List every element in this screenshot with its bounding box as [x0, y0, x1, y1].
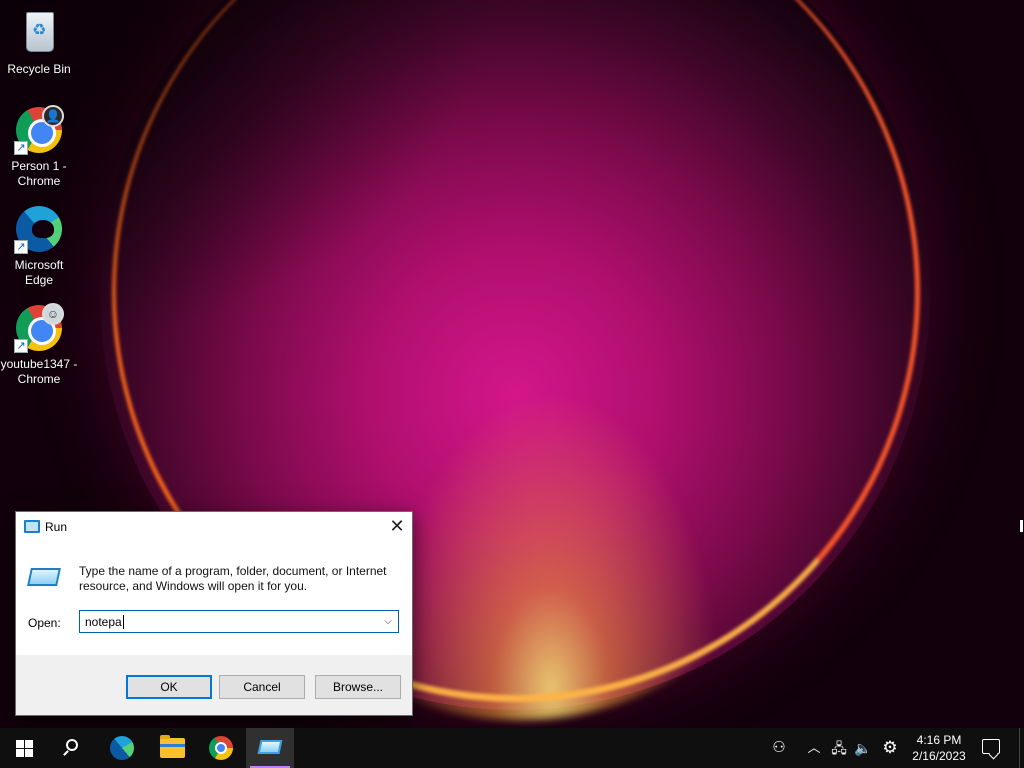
desktop-icon-label: Microsoft Edge — [14, 258, 64, 287]
open-label: Open: — [28, 616, 61, 630]
taskbar-clock[interactable]: 4:16 PM 2/16/2023 — [906, 732, 972, 764]
ok-button[interactable]: OK — [126, 675, 212, 699]
run-titlebar[interactable]: Run ✕ — [16, 512, 412, 542]
network-icon[interactable]: 🖧 — [828, 728, 850, 768]
shortcut-arrow-icon: ↗ — [14, 339, 28, 353]
browse-button[interactable]: Browse... — [315, 675, 401, 699]
chrome-icon — [209, 736, 233, 760]
taskbar-edge[interactable] — [98, 728, 146, 768]
taskbar-file-explorer[interactable] — [148, 728, 196, 768]
desktop-icon-label: Recycle Bin — [7, 62, 71, 76]
profile-badge-icon: ☺ — [42, 303, 64, 325]
run-icon — [257, 740, 283, 754]
volume-icon[interactable]: 🔈 — [852, 728, 874, 768]
run-body: Type the name of a program, folder, docu… — [16, 542, 412, 655]
mouse-cursor-icon — [1020, 520, 1023, 532]
folder-icon — [160, 735, 185, 758]
shortcut-arrow-icon: ↗ — [14, 141, 28, 155]
edge-icon: ↗ — [14, 204, 64, 254]
windows-logo-icon — [16, 740, 33, 757]
people-icon[interactable]: ⚇ — [766, 728, 792, 768]
search-icon — [66, 739, 78, 751]
chrome-icon: ☺ ↗ — [14, 303, 64, 353]
run-footer: OK Cancel Browse... — [16, 655, 412, 715]
shortcut-arrow-icon: ↗ — [14, 240, 28, 254]
taskbar-chrome[interactable] — [197, 728, 245, 768]
notification-icon[interactable] — [982, 739, 1000, 754]
gear-icon[interactable]: ⚙ — [878, 728, 902, 768]
profile-badge-icon: 👤 — [42, 105, 64, 127]
show-desktop-button[interactable] — [1019, 728, 1024, 768]
desktop-icon-person1-chrome[interactable]: 👤 ↗ Person 1 - Chrome — [0, 105, 78, 189]
desktop-icon-recycle-bin[interactable]: Recycle Bin — [0, 8, 78, 77]
edge-icon — [110, 736, 134, 760]
open-input-value: notepa — [85, 615, 124, 629]
search-button[interactable] — [48, 728, 96, 768]
chevron-down-icon[interactable]: ⌵ — [378, 611, 398, 632]
desktop-icon-label: youtube1347 - Chrome — [0, 357, 78, 386]
run-description: Type the name of a program, folder, docu… — [79, 564, 387, 593]
clock-time: 4:16 PM — [916, 733, 962, 747]
taskbar-run[interactable] — [246, 728, 294, 768]
cancel-button[interactable]: Cancel — [219, 675, 305, 699]
desktop-icon-youtube1347-chrome[interactable]: ☺ ↗ youtube1347 - Chrome — [0, 303, 78, 387]
run-dialog: Run ✕ Type the name of a program, folder… — [15, 511, 413, 716]
desktop-icon-label: Person 1 - Chrome — [11, 159, 67, 188]
close-button[interactable]: ✕ — [382, 512, 412, 542]
start-button[interactable] — [0, 728, 48, 768]
recycle-bin-icon — [14, 8, 64, 58]
run-icon — [27, 568, 61, 586]
run-title: Run — [45, 520, 68, 534]
clock-date: 2/16/2023 — [912, 749, 966, 763]
desktop-icon-microsoft-edge[interactable]: ↗ Microsoft Edge — [0, 204, 78, 288]
open-input[interactable]: notepa ⌵ — [79, 610, 399, 633]
chevron-up-icon[interactable]: ︿ — [804, 728, 824, 768]
taskbar: ⚇ ︿ 🖧 🔈 ⚙ 4:16 PM 2/16/2023 — [0, 728, 1024, 768]
run-app-icon — [24, 520, 40, 533]
chrome-icon: 👤 ↗ — [14, 105, 64, 155]
